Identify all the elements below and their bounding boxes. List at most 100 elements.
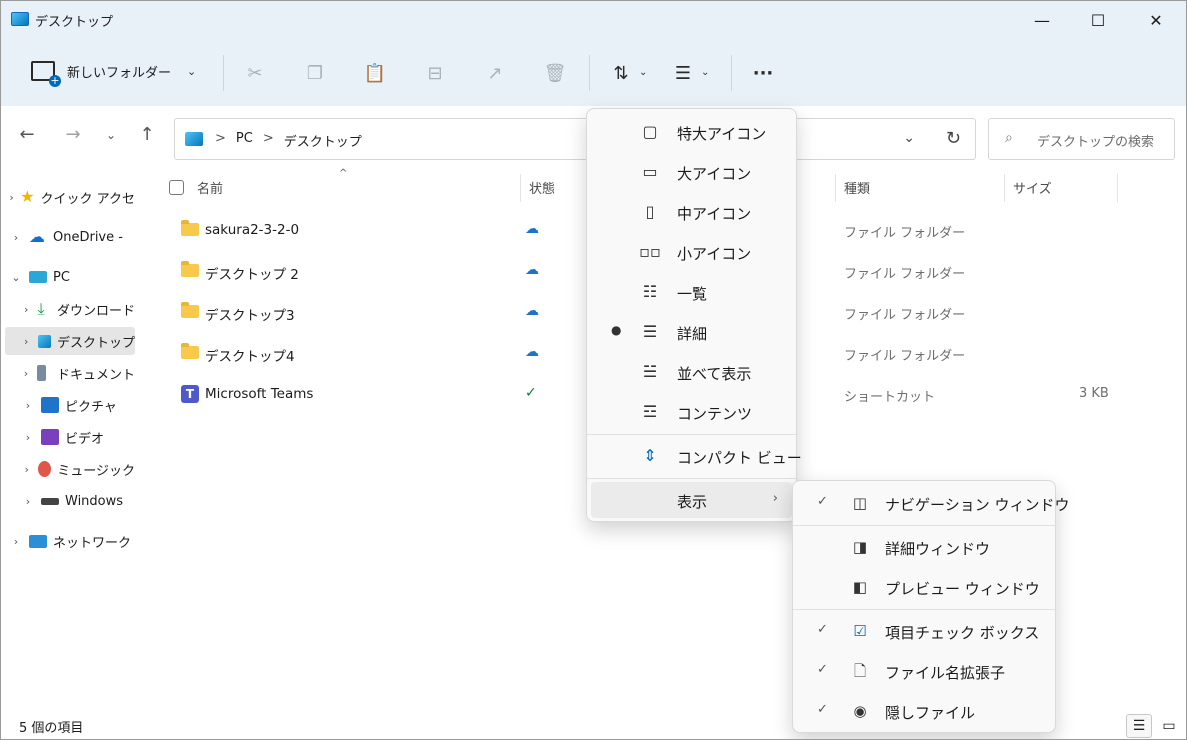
menu-item-compact-view[interactable]: ⇕ コンパクト ビュー xyxy=(591,438,801,474)
menu-item-label: 一覧 xyxy=(677,285,708,303)
sidebar-item-pc[interactable]: ⌄ PC xyxy=(9,263,135,291)
back-arrow-icon[interactable]: ← xyxy=(15,124,39,145)
column-header-size[interactable]: サイズ xyxy=(1013,178,1052,197)
submenu-item-preview-pane[interactable]: ◧ プレビュー ウィンドウ xyxy=(797,569,1051,605)
search-box[interactable]: ⌕ デスクトップの検索 xyxy=(988,118,1175,160)
column-divider[interactable] xyxy=(520,174,521,202)
download-icon: ⤓ xyxy=(37,299,45,318)
computer-icon xyxy=(29,271,47,283)
folder-icon xyxy=(181,343,199,359)
menu-item-medium-icons[interactable]: ▯ 中アイコン xyxy=(591,194,792,230)
minimize-button[interactable]: — xyxy=(1013,1,1071,39)
navigation-pane-icon: ◫ xyxy=(852,494,868,512)
expand-chevron-icon[interactable]: › xyxy=(21,335,32,348)
share-icon[interactable]: ↗ xyxy=(483,61,507,85)
list-icon: ☷ xyxy=(642,282,658,301)
menu-item-list[interactable]: ☷ 一覧 xyxy=(591,274,792,310)
expand-chevron-icon[interactable]: › xyxy=(9,535,23,548)
sidebar-item-windows-drive[interactable]: › Windows xyxy=(21,487,135,515)
submenu-item-details-pane[interactable]: ◨ 詳細ウィンドウ xyxy=(797,529,1051,565)
sidebar-item-pictures[interactable]: › ピクチャ xyxy=(21,391,135,419)
toolbar-divider xyxy=(731,55,732,91)
expand-chevron-icon[interactable]: › xyxy=(9,191,14,204)
submenu-item-item-checkbox[interactable]: ✓ ☑ 項目チェック ボックス xyxy=(797,613,1051,649)
sidebar-item-onedrive[interactable]: › ☁ OneDrive - xyxy=(9,223,135,251)
expand-chevron-icon[interactable]: › xyxy=(21,303,32,316)
menu-item-show[interactable]: 表示 › xyxy=(591,482,792,518)
menu-item-label: コンテンツ xyxy=(677,405,753,423)
more-icon[interactable]: ··· xyxy=(751,61,775,85)
menu-item-details[interactable]: ● ☰ 詳細 xyxy=(591,314,792,350)
show-submenu: ✓ ◫ ナビゲーション ウィンドウ ◨ 詳細ウィンドウ ◧ プレビュー ウィンド… xyxy=(792,480,1069,733)
sort-chevron-icon[interactable]: ⌄ xyxy=(639,67,647,78)
menu-item-small-icons[interactable]: ▫▫ 小アイコン xyxy=(591,234,792,270)
new-folder-button[interactable]: 新しいフォルダー xyxy=(31,61,171,87)
delete-icon[interactable]: 🗑 xyxy=(543,61,567,85)
menu-item-tiles[interactable]: ☱ 並べて表示 xyxy=(591,354,792,390)
menu-item-content[interactable]: ☲ コンテンツ xyxy=(591,394,792,430)
large-icons-icon: ▭ xyxy=(642,162,658,181)
extra-large-icons-icon: ▢ xyxy=(642,122,658,141)
sidebar-item-network[interactable]: › ネットワーク xyxy=(9,527,135,555)
select-all-checkbox[interactable] xyxy=(169,180,184,195)
rename-icon[interactable]: ⊟ xyxy=(423,61,447,85)
sidebar-item-quick-access[interactable]: › ★ クイック アクセ xyxy=(9,183,135,211)
breadcrumb-desktop[interactable]: デスクトップ xyxy=(284,131,362,150)
column-divider[interactable] xyxy=(835,174,836,202)
column-header-name[interactable]: 名前 xyxy=(197,178,223,197)
breadcrumb-pc[interactable]: PC xyxy=(236,131,253,150)
maximize-button[interactable]: ☐ xyxy=(1069,1,1127,39)
expand-chevron-icon[interactable]: › xyxy=(9,231,23,244)
paste-icon[interactable]: 📋 xyxy=(363,61,387,85)
sidebar-item-videos[interactable]: › ビデオ xyxy=(21,423,135,451)
address-bar[interactable]: > PC > デスクトップ ⌄ ↻ xyxy=(174,118,976,160)
copy-icon[interactable]: ❐ xyxy=(303,61,327,85)
column-divider[interactable] xyxy=(1004,174,1005,202)
forward-arrow-icon[interactable]: → xyxy=(61,124,85,145)
check-icon: ✓ xyxy=(817,494,828,509)
column-header-type[interactable]: 種類 xyxy=(844,178,870,197)
new-dropdown-chevron-icon[interactable]: ⌄ xyxy=(187,65,196,78)
network-icon xyxy=(29,534,47,548)
sort-ascending-icon: ^ xyxy=(339,168,348,179)
pictures-icon xyxy=(41,397,59,413)
view-icon[interactable]: ☰ xyxy=(671,61,695,85)
cut-icon[interactable]: ✂ xyxy=(243,61,267,85)
expand-chevron-icon[interactable]: › xyxy=(21,367,31,380)
collapse-chevron-icon[interactable]: ⌄ xyxy=(9,271,23,284)
tiles-icon: ☱ xyxy=(642,362,658,381)
sort-icon[interactable]: ⇅ xyxy=(609,61,633,85)
submenu-item-file-extensions[interactable]: ✓ 🗋 ファイル名拡張子 xyxy=(797,653,1051,689)
view-chevron-icon[interactable]: ⌄ xyxy=(701,67,709,78)
sidebar-item-documents[interactable]: › ドキュメント xyxy=(21,359,135,387)
column-divider[interactable] xyxy=(1117,174,1118,202)
sidebar-item-downloads[interactable]: › ⤓ ダウンロード xyxy=(21,295,135,323)
new-folder-icon xyxy=(31,61,61,87)
refresh-icon[interactable]: ↻ xyxy=(946,128,961,149)
sidebar-item-music[interactable]: › ミュージック xyxy=(21,455,135,483)
expand-chevron-icon[interactable]: › xyxy=(21,495,35,508)
address-dropdown-chevron-icon[interactable]: ⌄ xyxy=(903,130,915,146)
recent-locations-chevron-icon[interactable]: ⌄ xyxy=(99,128,123,142)
column-header-status[interactable]: 状態 xyxy=(529,178,555,197)
close-button[interactable]: ✕ xyxy=(1127,1,1185,39)
medium-icons-icon: ▯ xyxy=(645,202,655,221)
submenu-item-label: 項目チェック ボックス xyxy=(885,624,1040,642)
menu-item-label: コンパクト ビュー xyxy=(677,449,802,467)
expand-chevron-icon[interactable]: › xyxy=(21,431,35,444)
up-arrow-icon[interactable]: ↑ xyxy=(135,124,159,145)
menu-item-extra-large-icons[interactable]: ▢ 特大アイコン xyxy=(591,114,792,150)
details-view-icon[interactable]: ☰ xyxy=(1126,714,1152,738)
compact-view-icon: ⇕ xyxy=(643,446,657,465)
sidebar-item-desktop[interactable]: › デスクトップ xyxy=(5,327,135,355)
expand-chevron-icon[interactable]: › xyxy=(21,463,32,476)
submenu-item-hidden-files[interactable]: ✓ ◉ 隠しファイル xyxy=(797,693,1051,729)
sidebar-item-label: ドキュメント xyxy=(56,367,135,383)
submenu-item-navigation-pane[interactable]: ✓ ◫ ナビゲーション ウィンドウ xyxy=(797,485,1069,521)
expand-chevron-icon[interactable]: › xyxy=(21,399,35,412)
file-type: ファイル フォルダー xyxy=(844,308,966,323)
window-title: デスクトップ xyxy=(35,15,114,30)
details-icon: ☰ xyxy=(642,322,658,341)
menu-item-large-icons[interactable]: ▭ 大アイコン xyxy=(591,154,792,190)
tiles-view-icon[interactable]: ▭ xyxy=(1156,714,1182,738)
